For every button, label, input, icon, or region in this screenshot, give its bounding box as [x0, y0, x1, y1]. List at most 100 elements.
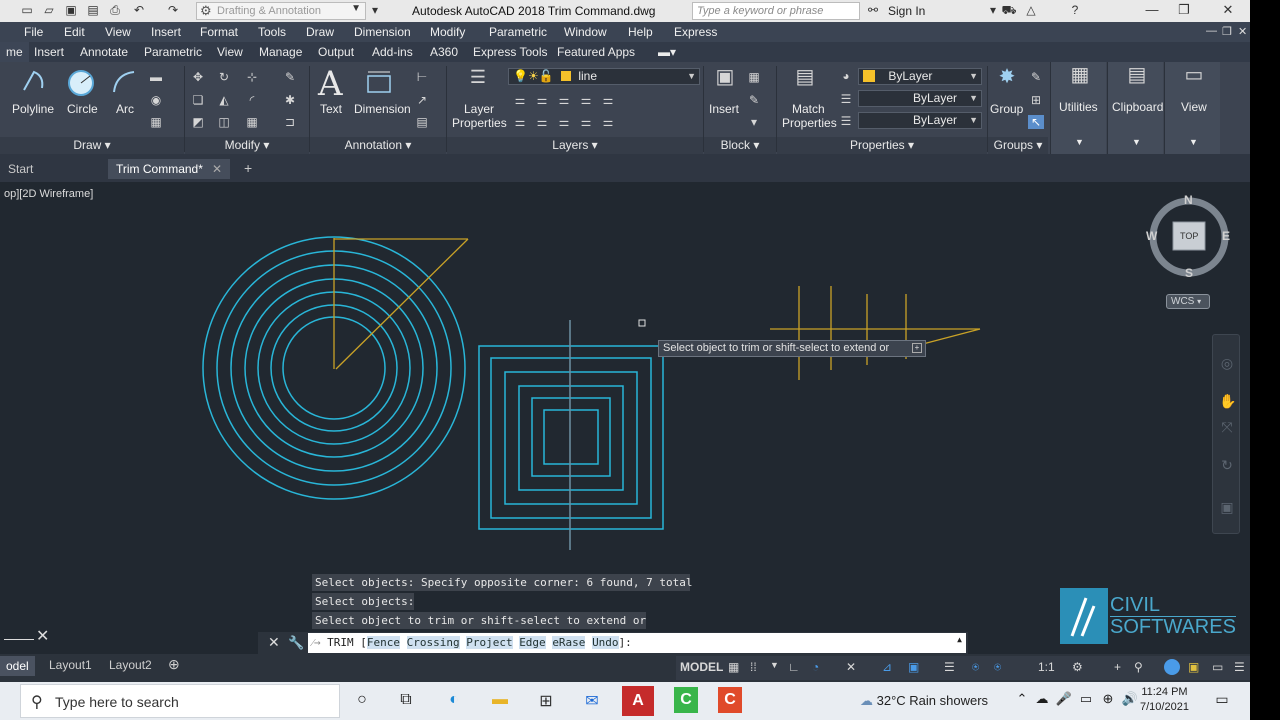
insert-button[interactable]: Insert [709, 102, 739, 116]
isolate-icon[interactable]: ⚲ [1134, 660, 1143, 674]
chevron-up-icon[interactable]: ▲ [957, 635, 962, 644]
linear-dim-icon[interactable]: ⊢ [414, 70, 430, 84]
customization-menu-icon[interactable]: ☰ [1234, 660, 1245, 674]
tab-view[interactable]: View [217, 45, 243, 59]
menu-parametric[interactable]: Parametric [489, 25, 547, 39]
layer-properties-label-1[interactable]: Layer [464, 102, 494, 116]
edit-block-icon[interactable]: ✎ [746, 93, 762, 107]
gear-icon[interactable]: ⚙ [1072, 660, 1083, 674]
osnap-icon[interactable]: ⊿ [882, 660, 892, 674]
minimize-icon[interactable]: — [1140, 2, 1164, 20]
close-tab-icon[interactable]: ✕ [212, 162, 222, 176]
hatch-icon[interactable]: ◉ [148, 93, 164, 107]
table-icon[interactable]: ▤ [414, 115, 430, 129]
grid-icon[interactable]: ▦ [728, 660, 739, 674]
onedrive-icon[interactable]: ☁ [1030, 691, 1054, 711]
panel-groups-footer[interactable]: Groups ▾ [988, 137, 1048, 154]
pan-hand-icon[interactable]: ✋ [1219, 393, 1236, 409]
doc-restore-icon[interactable]: ❐ [1222, 25, 1232, 38]
camtasia-red-icon[interactable]: C [718, 687, 742, 713]
menu-help[interactable]: Help [628, 25, 653, 39]
layer-properties-icon[interactable]: ☰ [468, 68, 488, 86]
new-layout-plus-icon[interactable]: ⊕ [168, 656, 180, 673]
edge-browser-icon[interactable]: ◐ [442, 691, 466, 711]
doc-close-icon[interactable]: ✕ [1238, 25, 1247, 38]
drawing-canvas[interactable]: op][2D Wireframe] Select object to trim … [0, 182, 1250, 654]
layer-tool-icon[interactable]: ⚌ [578, 115, 594, 129]
option-crossing[interactable]: Crossing [406, 636, 460, 649]
stretch-icon[interactable]: ◩ [190, 115, 206, 129]
tab-start[interactable]: Start [0, 159, 41, 179]
ungroup-icon[interactable]: ✎ [1028, 70, 1044, 84]
circle-button[interactable]: Circle [67, 102, 98, 116]
mirror-icon[interactable]: ◭ [216, 93, 232, 107]
view-button[interactable]: ▭ View ▼ [1164, 62, 1220, 154]
option-project[interactable]: Project [466, 636, 513, 649]
color-dropdown[interactable]: ByLayer ▼ [858, 68, 982, 85]
layer-tool-icon[interactable]: ⚌ [556, 93, 572, 107]
taskbar-search-input[interactable]: ⚲ Type here to search [20, 684, 340, 718]
weather-widget[interactable]: ☁ 32°C Rain showers [860, 693, 988, 709]
open-folder-icon[interactable]: ▱ [40, 3, 58, 19]
layer-tool-icon[interactable]: ⚌ [600, 115, 616, 129]
menu-tools[interactable]: Tools [258, 25, 286, 39]
tab-home[interactable]: me [0, 42, 29, 62]
compass-west[interactable]: W [1146, 229, 1157, 243]
rotate-icon[interactable]: ↻ [216, 70, 232, 84]
arc-icon[interactable] [110, 68, 138, 96]
triangle-a360-icon[interactable]: △ [1022, 3, 1040, 19]
save-icon[interactable]: ▣ [62, 3, 80, 19]
move-icon[interactable]: ✥ [190, 70, 206, 84]
tab-manage[interactable]: Manage [259, 45, 302, 59]
notifications-icon[interactable]: ▭ [1210, 691, 1234, 711]
copy-icon[interactable]: ❏ [190, 93, 206, 107]
gradient-icon[interactable]: ▦ [148, 115, 164, 129]
steering-wheel-icon[interactable]: ◎ [1219, 355, 1235, 371]
layer-tool-icon[interactable]: ⚌ [556, 115, 572, 129]
sign-in-link[interactable]: Sign In [888, 4, 925, 18]
tab-express-tools[interactable]: Express Tools [473, 45, 547, 59]
binoculars-icon[interactable]: ⚯ [864, 3, 882, 19]
leader-icon[interactable]: ↗ [414, 93, 430, 107]
tab-a360[interactable]: A360 [430, 45, 458, 59]
battery-icon[interactable]: ▭ [1074, 691, 1098, 711]
panel-annotation-footer[interactable]: Annotation ▾ [310, 137, 446, 154]
menu-format[interactable]: Format [200, 25, 238, 39]
snap-icon[interactable]: ⁞⁞ [750, 660, 757, 674]
panel-draw-footer[interactable]: Draw ▾ [0, 137, 184, 154]
menu-window[interactable]: Window [564, 25, 607, 39]
cortana-icon[interactable]: ○ [350, 691, 374, 711]
option-erase[interactable]: eRase [552, 636, 586, 649]
viewcube-face-top[interactable]: TOP [1180, 231, 1198, 241]
tab-output[interactable]: Output [318, 45, 354, 59]
redo-icon[interactable]: ↷ [164, 3, 182, 19]
polyline-button[interactable]: Polyline [12, 102, 54, 116]
polar-icon[interactable]: ◔ [812, 660, 819, 674]
orbit-icon[interactable]: ↻ [1219, 457, 1235, 473]
layer-tool-icon[interactable]: ⚌ [600, 93, 616, 107]
compass-south[interactable]: S [1185, 266, 1193, 280]
layer-tool-icon[interactable]: ⚌ [534, 93, 550, 107]
offset-icon[interactable]: ⊐ [282, 115, 298, 129]
menu-edit[interactable]: Edit [64, 25, 85, 39]
menu-insert[interactable]: Insert [151, 25, 181, 39]
task-view-icon[interactable]: ⧉ [394, 691, 418, 711]
layer-dropdown[interactable]: 💡☀🔓 line ▼ [508, 68, 700, 85]
erase-icon[interactable]: ✎ [282, 70, 298, 84]
circle-icon[interactable] [66, 68, 96, 98]
new-tab-plus-icon[interactable]: + [236, 159, 260, 179]
array-icon[interactable]: ▦ [244, 115, 260, 129]
help-icon[interactable]: ? [1066, 3, 1084, 19]
compass-east[interactable]: E [1222, 229, 1230, 243]
tab-layout1[interactable]: Layout1 [49, 658, 92, 672]
annotation-visibility-icon[interactable]: ⍟ [972, 660, 979, 675]
close-command-line-icon[interactable]: ✕ [268, 634, 280, 651]
match-properties-icon[interactable]: ▤ [792, 67, 818, 87]
fillet-icon[interactable]: ◜ [244, 93, 260, 107]
scale-icon[interactable]: ◫ [216, 115, 232, 129]
zoom-icon[interactable]: ⤧ [1219, 419, 1235, 435]
close-icon[interactable]: ✕ [1216, 2, 1240, 20]
group-edit-icon[interactable]: ⊞ [1028, 93, 1044, 107]
help-search-input[interactable]: Type a keyword or phrase [692, 2, 860, 20]
showmotion-icon[interactable]: ▣ [1219, 499, 1235, 515]
